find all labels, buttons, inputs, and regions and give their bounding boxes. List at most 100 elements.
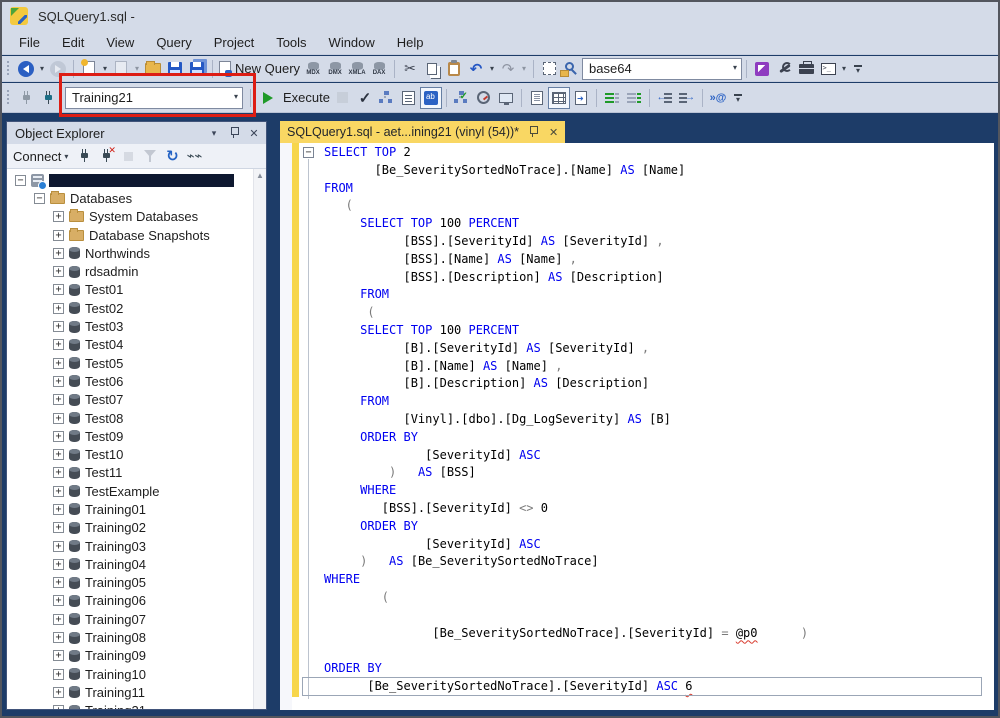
results-to-text-button[interactable] xyxy=(526,87,548,109)
oe-filter-button[interactable] xyxy=(139,146,161,166)
expand-icon[interactable]: + xyxy=(53,486,64,497)
expand-icon[interactable]: + xyxy=(53,632,64,643)
collapse-icon[interactable]: − xyxy=(34,193,45,204)
tree-item-rdsadmin[interactable]: +rdsadmin xyxy=(7,262,253,280)
toolbox-button[interactable] xyxy=(795,58,817,80)
navigate-forward-button[interactable] xyxy=(47,58,69,80)
find-combo[interactable]: base64 ▾ xyxy=(582,58,742,80)
live-query-statistics-button[interactable] xyxy=(473,87,495,109)
new-file-caret[interactable]: ▾ xyxy=(100,64,110,73)
toolbar-grip[interactable] xyxy=(5,61,11,77)
activity-monitor-button[interactable]: ⌁⌁ xyxy=(183,146,205,166)
menu-file[interactable]: File xyxy=(8,32,51,53)
expand-icon[interactable]: + xyxy=(53,595,64,606)
oe-connect-button[interactable] xyxy=(73,146,95,166)
find-button[interactable] xyxy=(560,58,582,80)
tree-item-training01[interactable]: +Training01 xyxy=(7,500,253,518)
tree-item-training03[interactable]: +Training03 xyxy=(7,537,253,555)
increase-indent-button[interactable] xyxy=(676,87,698,109)
save-button[interactable] xyxy=(164,58,186,80)
add-item-button[interactable] xyxy=(110,58,132,80)
redo-caret[interactable]: ▾ xyxy=(519,64,529,73)
tree-item-test07[interactable]: +Test07 xyxy=(7,391,253,409)
expand-icon[interactable]: + xyxy=(53,577,64,588)
copy-button[interactable] xyxy=(421,58,443,80)
tab-pin-button[interactable] xyxy=(525,125,541,139)
expand-icon[interactable]: + xyxy=(53,413,64,424)
execute-button[interactable]: Execute xyxy=(258,87,332,109)
save-all-button[interactable] xyxy=(186,58,208,80)
expand-icon[interactable]: + xyxy=(53,358,64,369)
tree-item-training10[interactable]: +Training10 xyxy=(7,665,253,683)
toolbar-grip[interactable] xyxy=(5,90,11,106)
menu-project[interactable]: Project xyxy=(203,32,265,53)
query-options-button[interactable] xyxy=(398,87,420,109)
mdx-query-button[interactable]: MDX xyxy=(302,58,324,80)
scroll-up-icon[interactable]: ▲ xyxy=(254,169,266,183)
oe-refresh-button[interactable]: ↻ xyxy=(161,146,183,166)
tree-item-testexample[interactable]: +TestExample xyxy=(7,482,253,500)
expand-icon[interactable]: + xyxy=(53,303,64,314)
tree-item-test02[interactable]: +Test02 xyxy=(7,299,253,317)
chevron-down-icon[interactable]: ▾ xyxy=(234,92,238,101)
expand-icon[interactable]: + xyxy=(53,522,64,533)
undo-button[interactable]: ↶ xyxy=(465,58,487,80)
redo-button[interactable]: ↷ xyxy=(497,58,519,80)
command-window-button[interactable] xyxy=(817,58,839,80)
tree-item-test05[interactable]: +Test05 xyxy=(7,354,253,372)
menu-tools[interactable]: Tools xyxy=(265,32,317,53)
tree-item-training06[interactable]: +Training06 xyxy=(7,592,253,610)
expand-icon[interactable]: + xyxy=(53,669,64,680)
chevron-down-icon[interactable]: ▾ xyxy=(733,63,737,72)
tree-item-databases[interactable]: −Databases xyxy=(7,189,253,207)
expand-icon[interactable]: + xyxy=(53,431,64,442)
tree-item-database-snapshots[interactable]: +Database Snapshots xyxy=(7,226,253,244)
tree-item-training04[interactable]: +Training04 xyxy=(7,555,253,573)
close-button[interactable]: ✕ xyxy=(246,127,262,140)
tree-item-test01[interactable]: +Test01 xyxy=(7,281,253,299)
expand-icon[interactable]: + xyxy=(53,376,64,387)
tree-item-test09[interactable]: +Test09 xyxy=(7,427,253,445)
tree-item-training07[interactable]: +Training07 xyxy=(7,610,253,628)
paste-button[interactable] xyxy=(443,58,465,80)
tree-item-test10[interactable]: +Test10 xyxy=(7,445,253,463)
xmla-query-button[interactable]: XMLA xyxy=(346,58,368,80)
tab-close-button[interactable]: ✕ xyxy=(549,126,558,139)
undo-caret[interactable]: ▾ xyxy=(487,64,497,73)
expand-icon[interactable]: + xyxy=(53,266,64,277)
database-combo[interactable]: Training21 ▾ xyxy=(65,87,243,109)
parse-button[interactable]: ✓ xyxy=(354,87,376,109)
intellisense-enabled-button[interactable] xyxy=(420,87,442,109)
window-menu-button[interactable]: ▾ xyxy=(206,128,222,139)
oe-disconnect-button[interactable]: ✕ xyxy=(95,146,117,166)
cancel-query-button[interactable] xyxy=(332,87,354,109)
comment-out-button[interactable] xyxy=(601,87,623,109)
expand-icon[interactable]: + xyxy=(53,559,64,570)
menu-query[interactable]: Query xyxy=(145,32,202,53)
expand-icon[interactable]: + xyxy=(53,650,64,661)
menu-edit[interactable]: Edit xyxy=(51,32,95,53)
properties-button[interactable] xyxy=(773,58,795,80)
tree-item-training11[interactable]: +Training11 xyxy=(7,683,253,701)
menu-help[interactable]: Help xyxy=(386,32,435,53)
collapse-region-icon[interactable]: − xyxy=(303,147,314,158)
collapse-icon[interactable]: − xyxy=(15,175,26,186)
results-to-grid-button[interactable] xyxy=(548,87,570,109)
tree-item-test11[interactable]: +Test11 xyxy=(7,464,253,482)
code-editor-surface[interactable]: − SELECT TOP 2 [Be_SeveritySortedNoTrace… xyxy=(280,143,994,710)
expand-icon[interactable]: + xyxy=(53,541,64,552)
tree-item-training02[interactable]: +Training02 xyxy=(7,519,253,537)
tree-scrollbar[interactable]: ▲ xyxy=(253,169,266,709)
add-item-caret[interactable]: ▾ xyxy=(132,64,142,73)
expand-icon[interactable]: + xyxy=(53,230,64,241)
include-actual-plan-button[interactable] xyxy=(451,87,473,109)
display-estimated-plan-button[interactable] xyxy=(376,87,398,109)
sql-code[interactable]: SELECT TOP 2 [Be_SeveritySortedNoTrace].… xyxy=(324,144,992,696)
expand-icon[interactable]: + xyxy=(53,614,64,625)
menu-view[interactable]: View xyxy=(95,32,145,53)
new-query-button[interactable]: New Query xyxy=(217,58,302,80)
oe-stop-button[interactable] xyxy=(117,146,139,166)
tree-item-training09[interactable]: +Training09 xyxy=(7,647,253,665)
tree-item-training08[interactable]: +Training08 xyxy=(7,628,253,646)
expand-icon[interactable]: + xyxy=(53,321,64,332)
